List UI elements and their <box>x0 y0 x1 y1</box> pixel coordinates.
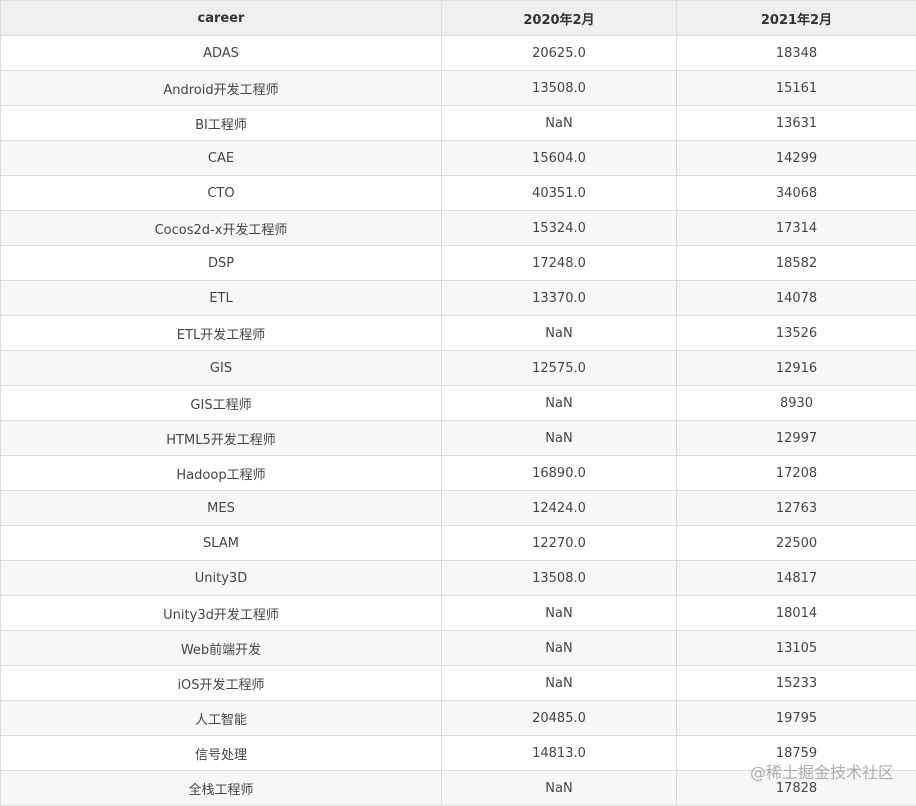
table-row: Web前端开发NaN13105 <box>1 631 916 666</box>
table-row: Hadoop工程师16890.017208 <box>1 456 916 491</box>
value-2021-cell: 18014 <box>677 596 916 631</box>
career-cell: CAE <box>1 141 442 176</box>
career-cell: MES <box>1 491 442 526</box>
value-2020-cell: NaN <box>442 631 677 666</box>
career-cell: GIS工程师 <box>1 386 442 421</box>
career-cell: CTO <box>1 176 442 211</box>
table-row: GIS工程师NaN8930 <box>1 386 916 421</box>
table-row: HTML5开发工程师NaN12997 <box>1 421 916 456</box>
career-cell: ADAS <box>1 36 442 71</box>
value-2021-cell: 18582 <box>677 246 916 281</box>
table-row: 信号处理14813.018759 <box>1 736 916 771</box>
value-2021-cell: 17208 <box>677 456 916 491</box>
table-row: 全栈工程师NaN17828 <box>1 771 916 806</box>
value-2020-cell: 15324.0 <box>442 211 677 246</box>
value-2021-cell: 17314 <box>677 211 916 246</box>
career-cell: DSP <box>1 246 442 281</box>
value-2021-cell: 14299 <box>677 141 916 176</box>
table-row: iOS开发工程师NaN15233 <box>1 666 916 701</box>
header-career: career <box>1 1 442 36</box>
career-cell: Web前端开发 <box>1 631 442 666</box>
value-2020-cell: 13508.0 <box>442 561 677 596</box>
value-2020-cell: 13508.0 <box>442 71 677 106</box>
table-row: 人工智能20485.019795 <box>1 701 916 736</box>
career-cell: SLAM <box>1 526 442 561</box>
table-row: SLAM12270.022500 <box>1 526 916 561</box>
career-cell: GIS <box>1 351 442 386</box>
career-cell: ETL开发工程师 <box>1 316 442 351</box>
value-2020-cell: 17248.0 <box>442 246 677 281</box>
table-row: DSP17248.018582 <box>1 246 916 281</box>
table-row: ETL开发工程师NaN13526 <box>1 316 916 351</box>
value-2020-cell: 13370.0 <box>442 281 677 316</box>
table-row: Unity3D13508.014817 <box>1 561 916 596</box>
value-2021-cell: 15233 <box>677 666 916 701</box>
career-cell: ETL <box>1 281 442 316</box>
value-2020-cell: 15604.0 <box>442 141 677 176</box>
value-2020-cell: 20485.0 <box>442 701 677 736</box>
table-row: ADAS20625.018348 <box>1 36 916 71</box>
salary-table: career 2020年2月 2021年2月 ADAS20625.018348A… <box>0 0 916 806</box>
value-2021-cell: 14078 <box>677 281 916 316</box>
header-2020-feb: 2020年2月 <box>442 1 677 36</box>
value-2021-cell: 18759 <box>677 736 916 771</box>
table-row: Android开发工程师13508.015161 <box>1 71 916 106</box>
career-cell: 全栈工程师 <box>1 771 442 806</box>
career-cell: Hadoop工程师 <box>1 456 442 491</box>
value-2020-cell: NaN <box>442 666 677 701</box>
value-2021-cell: 19795 <box>677 701 916 736</box>
value-2020-cell: NaN <box>442 771 677 806</box>
value-2021-cell: 15161 <box>677 71 916 106</box>
value-2020-cell: 14813.0 <box>442 736 677 771</box>
value-2021-cell: 34068 <box>677 176 916 211</box>
table-row: Unity3d开发工程师NaN18014 <box>1 596 916 631</box>
career-cell: BI工程师 <box>1 106 442 141</box>
value-2020-cell: 12424.0 <box>442 491 677 526</box>
table-row: CAE15604.014299 <box>1 141 916 176</box>
value-2021-cell: 13105 <box>677 631 916 666</box>
table-row: GIS12575.012916 <box>1 351 916 386</box>
value-2020-cell: 40351.0 <box>442 176 677 211</box>
career-cell: Android开发工程师 <box>1 71 442 106</box>
table-row: BI工程师NaN13631 <box>1 106 916 141</box>
table-row: Cocos2d-x开发工程师15324.017314 <box>1 211 916 246</box>
value-2021-cell: 13526 <box>677 316 916 351</box>
career-cell: 人工智能 <box>1 701 442 736</box>
value-2021-cell: 13631 <box>677 106 916 141</box>
value-2020-cell: 12270.0 <box>442 526 677 561</box>
career-cell: HTML5开发工程师 <box>1 421 442 456</box>
value-2021-cell: 12997 <box>677 421 916 456</box>
value-2020-cell: NaN <box>442 421 677 456</box>
value-2020-cell: 12575.0 <box>442 351 677 386</box>
value-2021-cell: 18348 <box>677 36 916 71</box>
career-cell: Unity3d开发工程师 <box>1 596 442 631</box>
career-cell: iOS开发工程师 <box>1 666 442 701</box>
header-2021-feb: 2021年2月 <box>677 1 916 36</box>
value-2020-cell: NaN <box>442 106 677 141</box>
table-row: CTO40351.034068 <box>1 176 916 211</box>
value-2020-cell: 16890.0 <box>442 456 677 491</box>
value-2021-cell: 8930 <box>677 386 916 421</box>
career-cell: Unity3D <box>1 561 442 596</box>
table-row: MES12424.012763 <box>1 491 916 526</box>
value-2021-cell: 12916 <box>677 351 916 386</box>
table-row: ETL13370.014078 <box>1 281 916 316</box>
value-2020-cell: NaN <box>442 596 677 631</box>
career-cell: Cocos2d-x开发工程师 <box>1 211 442 246</box>
value-2021-cell: 17828 <box>677 771 916 806</box>
table-header-row: career 2020年2月 2021年2月 <box>1 1 916 36</box>
value-2020-cell: 20625.0 <box>442 36 677 71</box>
value-2020-cell: NaN <box>442 316 677 351</box>
value-2021-cell: 14817 <box>677 561 916 596</box>
value-2021-cell: 22500 <box>677 526 916 561</box>
value-2021-cell: 12763 <box>677 491 916 526</box>
career-cell: 信号处理 <box>1 736 442 771</box>
value-2020-cell: NaN <box>442 386 677 421</box>
